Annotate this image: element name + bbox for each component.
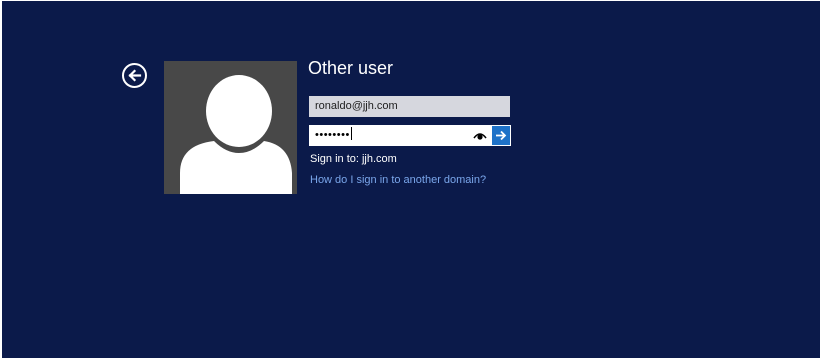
back-button[interactable] [122,63,147,88]
login-screen: Other user •••••••• Sign in to: jjh.com … [2,1,820,358]
user-silhouette-icon [180,75,292,194]
password-field-container: •••••••• [309,125,511,146]
username-field[interactable] [309,96,510,117]
arrow-right-icon [496,130,507,141]
password-mask: •••••••• [315,127,352,141]
submit-button[interactable] [492,126,510,145]
sign-in-domain-label: Sign in to: jjh.com [310,153,397,165]
page-title: Other user [308,58,394,78]
other-domain-help-link[interactable]: How do I sign in to another domain? [310,174,486,186]
password-field[interactable]: •••••••• [310,126,492,145]
user-avatar [164,61,297,194]
eye-icon[interactable] [473,131,487,140]
back-arrow-icon [128,69,142,82]
